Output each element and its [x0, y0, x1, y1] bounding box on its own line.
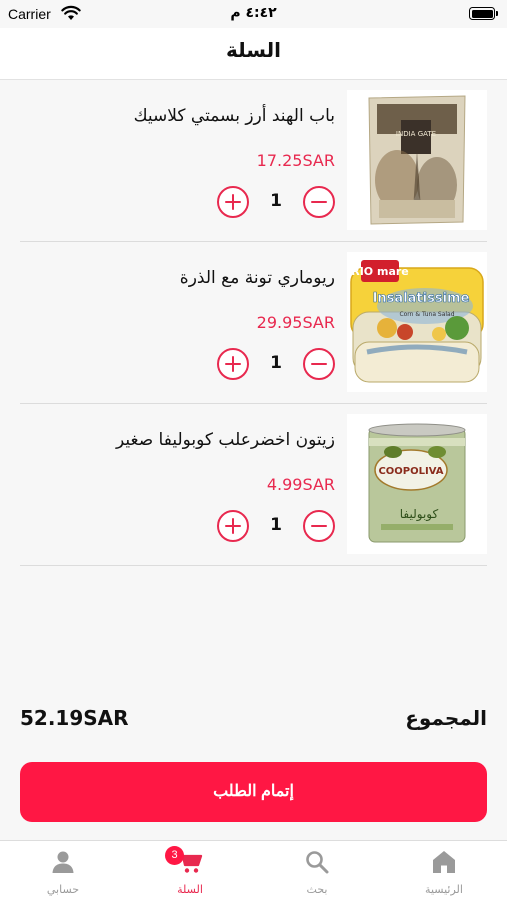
cart-list: INDIA GATE باب الهند أرز بسمتي كلاسيك 17… — [0, 80, 507, 566]
decrease-quantity-button[interactable] — [303, 348, 335, 380]
tab-search[interactable]: بحث — [254, 841, 380, 900]
tab-label: الرئيسية — [425, 883, 463, 896]
rice-brand-text: INDIA GATE — [396, 130, 436, 138]
nav-bar: السلة — [0, 28, 507, 80]
tab-cart[interactable]: 3 السلة — [127, 841, 253, 900]
product-price: 4.99SAR — [266, 475, 335, 494]
product-price: 29.95SAR — [256, 313, 335, 332]
product-name: ريوماري تونة مع الذرة — [179, 268, 335, 288]
cart-item: INDIA GATE باب الهند أرز بسمتي كلاسيك 17… — [20, 80, 487, 242]
product-image-rice[interactable]: INDIA GATE — [347, 90, 487, 230]
product-name: باب الهند أرز بسمتي كلاسيك — [133, 106, 335, 126]
search-icon — [306, 851, 329, 874]
olive-can-illustration: COOPOLIVA كوبوليفا — [347, 414, 487, 554]
person-icon — [52, 851, 74, 873]
cart-screen: Carrier ٤:٤٢ م السلة INDIA GATE باب الهن… — [0, 0, 507, 900]
quantity-stepper: 1 — [217, 186, 335, 218]
total-label: المجموع — [405, 706, 487, 730]
quantity-stepper: 1 — [217, 348, 335, 380]
total-amount: 52.19SAR — [20, 706, 129, 730]
quantity-value: 1 — [270, 191, 282, 211]
checkout-button[interactable]: إتمام الطلب — [20, 762, 487, 822]
tab-account[interactable]: حسابي — [0, 841, 126, 900]
quantity-value: 1 — [270, 353, 282, 373]
rice-bag-illustration: INDIA GATE — [347, 90, 487, 230]
cart-item: COOPOLIVA كوبوليفا زيتون اخضرعلب كوبوليف… — [20, 404, 487, 566]
cart-count-badge: 3 — [165, 846, 184, 865]
tab-label: السلة — [177, 883, 203, 896]
product-price: 17.25SAR — [256, 151, 335, 170]
status-bar: Carrier ٤:٤٢ م — [0, 0, 507, 28]
decrease-quantity-button[interactable] — [303, 510, 335, 542]
increase-quantity-button[interactable] — [217, 186, 249, 218]
clock: ٤:٤٢ م — [230, 5, 277, 21]
olive-brand-text: COOPOLIVA — [378, 466, 443, 477]
tab-label: حسابي — [46, 883, 80, 896]
increase-quantity-button[interactable] — [217, 348, 249, 380]
tuna-subtitle-text: Corn & Tuna Salad — [399, 311, 454, 318]
battery-icon — [469, 7, 498, 20]
product-image-tuna[interactable]: RIO mare Insalatissime Corn & Tuna Salad — [347, 252, 487, 392]
tuna-brand-text: RIO mare — [351, 265, 409, 278]
product-image-olives[interactable]: COOPOLIVA كوبوليفا — [347, 414, 487, 554]
home-icon — [433, 851, 455, 873]
tuna-product-text: Insalatissime — [373, 291, 470, 306]
increase-quantity-button[interactable] — [217, 510, 249, 542]
page-title: السلة — [225, 38, 281, 62]
product-name: زيتون اخضرعلب كوبوليفا صغير — [116, 430, 335, 450]
order-total: 52.19SAR المجموع — [20, 706, 487, 736]
checkout-button-label: إتمام الطلب — [213, 783, 294, 800]
olive-arabic-brand-text: كوبوليفا — [400, 507, 439, 522]
decrease-quantity-button[interactable] — [303, 186, 335, 218]
tab-home[interactable]: الرئيسية — [381, 841, 507, 900]
tab-bar: حسابي 3 السلة بحث الرئيسية — [0, 840, 507, 900]
tuna-can-illustration: RIO mare Insalatissime Corn & Tuna Salad — [347, 252, 487, 392]
quantity-value: 1 — [270, 515, 282, 535]
quantity-stepper: 1 — [217, 510, 335, 542]
cart-item: RIO mare Insalatissime Corn & Tuna Salad… — [20, 242, 487, 404]
tab-label: بحث — [306, 883, 328, 896]
